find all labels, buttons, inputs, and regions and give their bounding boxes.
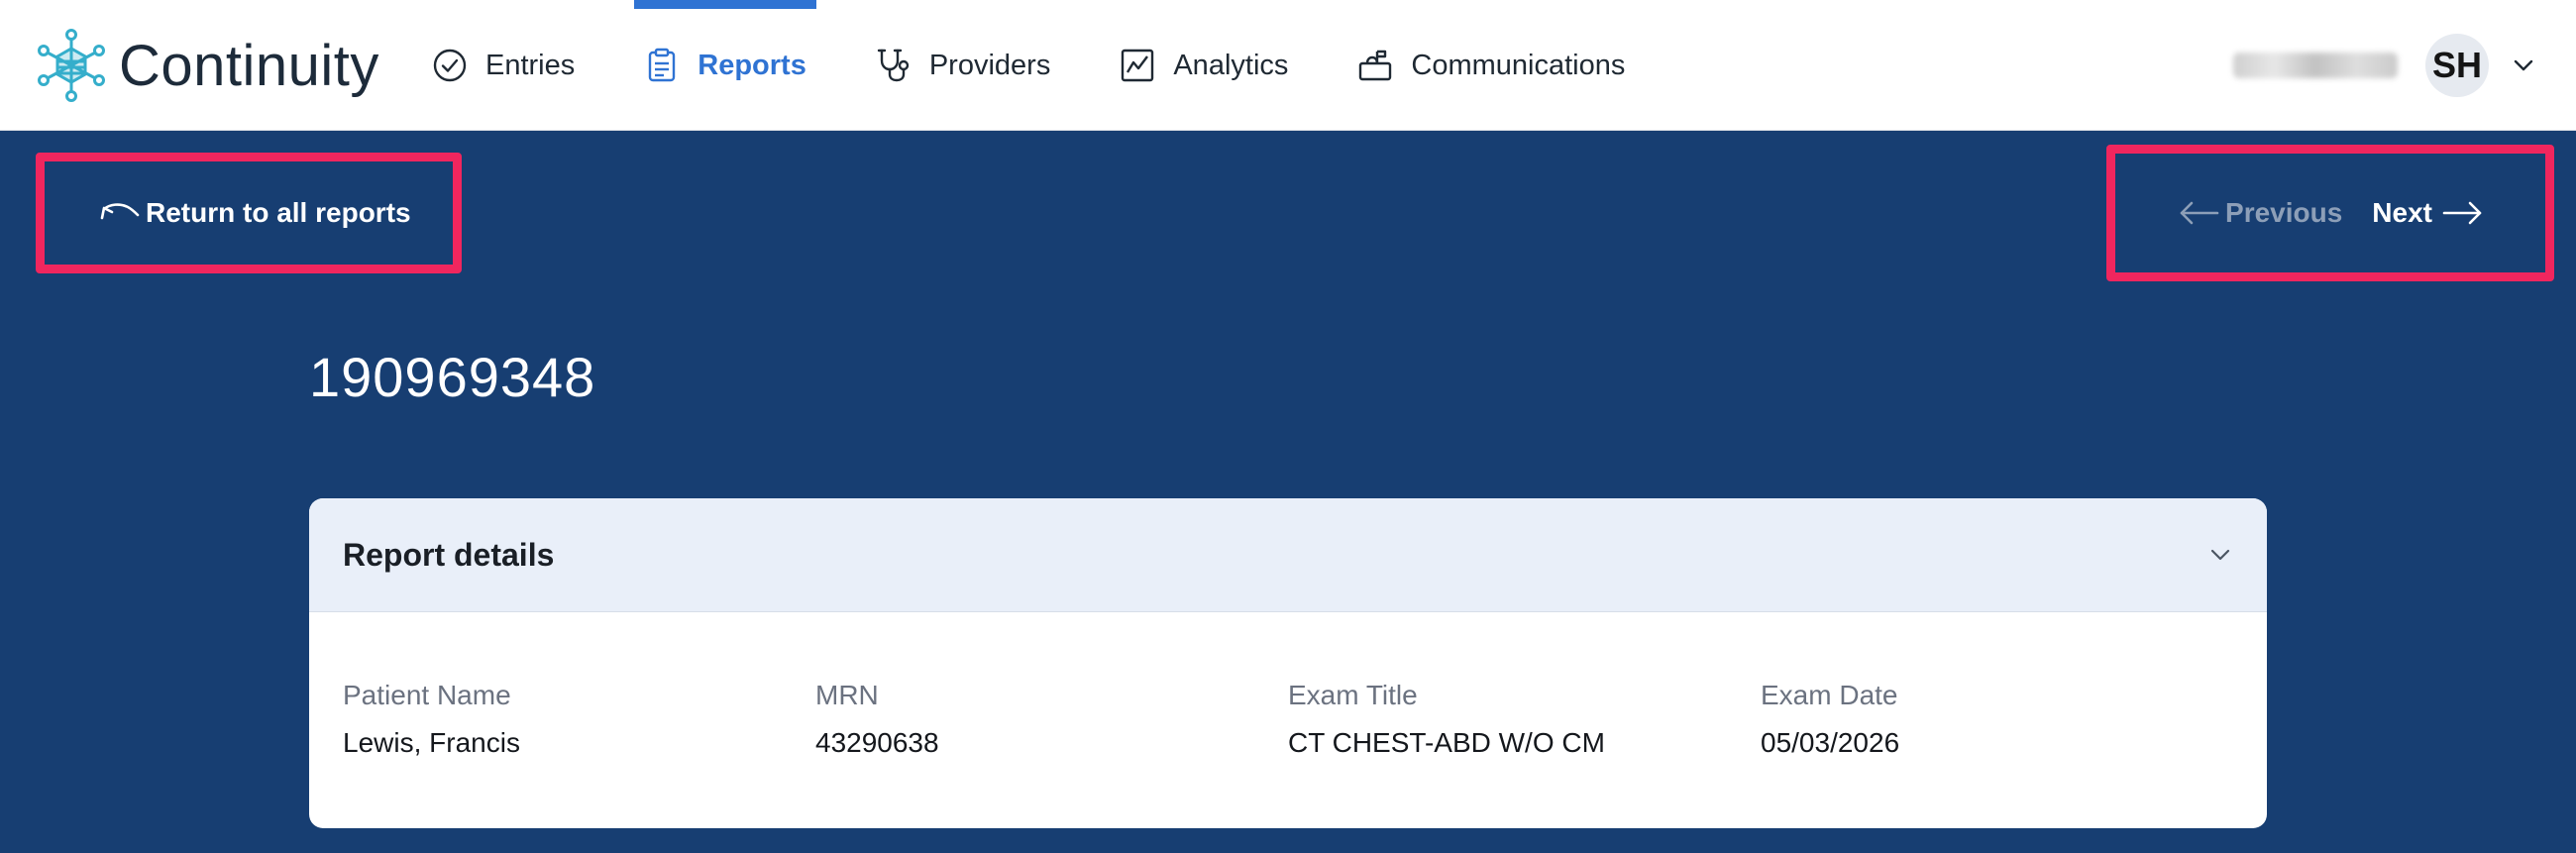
- nav-item-entries[interactable]: Entries: [432, 0, 575, 131]
- nav-item-label: Reports: [698, 49, 806, 81]
- user-name-redacted: [2233, 53, 2398, 78]
- arrow-right-icon: [2442, 201, 2482, 225]
- avatar: SH: [2425, 34, 2489, 97]
- app-name: Continuity: [119, 33, 379, 98]
- clipboard-icon: [649, 48, 676, 82]
- report-pager: Previous Next: [2106, 145, 2554, 281]
- nav-item-label: Analytics: [1173, 49, 1289, 81]
- field-label: Patient Name: [343, 680, 511, 710]
- previous-button-label: Previous: [2225, 197, 2343, 228]
- field-mrn: MRN 43290638: [815, 680, 1288, 759]
- chevron-down-icon: [2210, 549, 2230, 561]
- previous-button[interactable]: Previous: [2178, 197, 2342, 229]
- field-exam-title: Exam Title CT CHEST-ABD W/O CM: [1288, 680, 1761, 759]
- nav-item-label: Communications: [1411, 49, 1626, 81]
- continuity-logo-icon: [38, 29, 105, 102]
- field-patient-name: Patient Name Lewis, Francis: [343, 680, 815, 759]
- report-fields: Patient Name Lewis, Francis MRN 43290638…: [309, 612, 2267, 759]
- stethoscope-icon: [877, 49, 910, 82]
- main-nav: Entries Reports Providers Analytics Comm…: [432, 0, 1694, 131]
- next-button-label: Next: [2372, 197, 2432, 228]
- user-menu[interactable]: SH: [2233, 34, 2536, 97]
- chart-line-icon: [1122, 49, 1154, 82]
- field-label: MRN: [815, 680, 879, 710]
- report-details-title: Report details: [343, 536, 555, 573]
- mailbox-icon: [1359, 50, 1392, 81]
- report-details-card: Report details Patient Name Lewis, Franc…: [309, 498, 2267, 828]
- chevron-down-icon: [2514, 59, 2533, 71]
- return-to-reports-button[interactable]: Return to all reports: [36, 153, 462, 273]
- arrow-left-icon: [2180, 201, 2219, 225]
- nav-item-communications[interactable]: Communications: [1357, 0, 1625, 131]
- field-label: Exam Date: [1761, 680, 1898, 710]
- check-circle-icon: [433, 49, 467, 82]
- nav-item-analytics[interactable]: Analytics: [1120, 0, 1288, 131]
- field-value: Lewis, Francis: [343, 727, 520, 758]
- top-navigation-bar: Continuity Entries Reports Providers Ana…: [0, 0, 2576, 131]
- field-value: CT CHEST-ABD W/O CM: [1288, 727, 1605, 758]
- page-title: 190969348: [309, 346, 596, 408]
- field-exam-date: Exam Date 05/03/2026: [1761, 680, 2233, 759]
- nav-item-providers[interactable]: Providers: [876, 0, 1051, 131]
- field-label: Exam Title: [1288, 680, 1418, 710]
- nav-item-label: Providers: [928, 49, 1051, 81]
- return-arrow-icon: [100, 203, 140, 220]
- next-button[interactable]: Next: [2372, 197, 2484, 229]
- field-value: 43290638: [815, 727, 939, 758]
- nav-item-label: Entries: [485, 49, 576, 81]
- report-details-header[interactable]: Report details: [309, 498, 2267, 612]
- app-logo[interactable]: Continuity: [38, 24, 379, 107]
- return-button-label: Return to all reports: [146, 197, 411, 228]
- field-value: 05/03/2026: [1761, 727, 1900, 758]
- nav-item-reports[interactable]: Reports: [634, 0, 816, 131]
